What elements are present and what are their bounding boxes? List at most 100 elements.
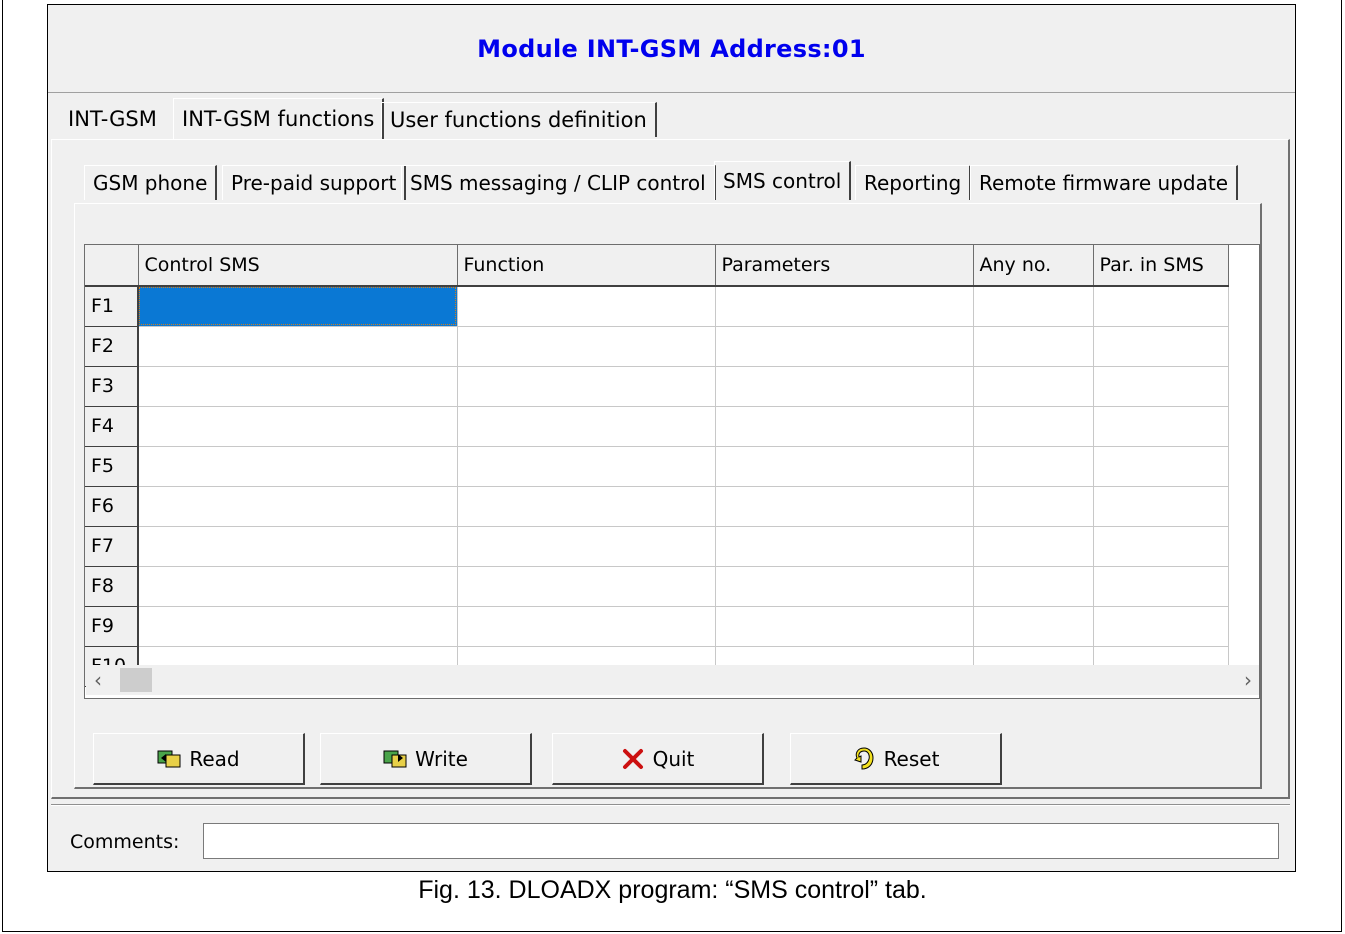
column-header-parameters[interactable]: Parameters: [715, 245, 974, 287]
grid-cell[interactable]: [715, 606, 974, 647]
grid-cell[interactable]: [973, 606, 1094, 647]
grid-cell[interactable]: [138, 326, 458, 367]
tab-remote-firmware-update[interactable]: Remote firmware update: [970, 165, 1239, 200]
grid-cell[interactable]: [138, 406, 458, 447]
grid-cell[interactable]: [1093, 486, 1229, 527]
table-row[interactable]: F1: [85, 285, 1229, 327]
grid-cell-selected[interactable]: [138, 286, 458, 327]
table-row[interactable]: F5: [85, 445, 1229, 487]
column-header-function[interactable]: Function: [457, 245, 716, 287]
grid-cell[interactable]: [715, 446, 974, 487]
grid-table: Control SMS Function Parameters Any no. …: [85, 245, 1229, 687]
row-header[interactable]: F2: [85, 325, 139, 367]
row-header[interactable]: F4: [85, 405, 139, 447]
row-header[interactable]: F9: [85, 605, 139, 647]
grid-cell[interactable]: [715, 326, 974, 367]
quit-button[interactable]: Quit: [552, 733, 764, 785]
reset-icon: [852, 746, 876, 771]
grid-cell[interactable]: [457, 566, 716, 607]
read-button-label: Read: [189, 746, 240, 771]
grid-cell[interactable]: [1093, 366, 1229, 407]
grid-cell[interactable]: [1093, 326, 1229, 367]
tab-sms-control[interactable]: SMS control: [714, 161, 852, 200]
row-header[interactable]: F3: [85, 365, 139, 407]
scroll-right-icon[interactable]: ›: [1244, 668, 1252, 692]
grid-header-row: Control SMS Function Parameters Any no. …: [85, 245, 1229, 287]
grid-cell[interactable]: [1093, 446, 1229, 487]
column-header-par-in-sms[interactable]: Par. in SMS: [1093, 245, 1229, 287]
row-header[interactable]: F8: [85, 565, 139, 607]
grid-cell[interactable]: [973, 526, 1094, 567]
table-row[interactable]: F8: [85, 565, 1229, 607]
tab-int-gsm-functions[interactable]: INT-GSM functions: [173, 98, 385, 139]
horizontal-scroll-thumb[interactable]: [120, 668, 152, 692]
grid-cell[interactable]: [457, 286, 716, 327]
grid-cell[interactable]: [973, 366, 1094, 407]
grid-cell[interactable]: [457, 326, 716, 367]
row-header[interactable]: F5: [85, 445, 139, 487]
table-row[interactable]: F2: [85, 325, 1229, 367]
column-header-control-sms[interactable]: Control SMS: [138, 245, 458, 287]
grid-cell[interactable]: [715, 486, 974, 527]
grid-cell[interactable]: [1093, 286, 1229, 327]
grid-cell[interactable]: [973, 286, 1094, 327]
window-title: Module INT-GSM Address:01: [477, 34, 866, 63]
grid-cell[interactable]: [973, 486, 1094, 527]
grid-cell[interactable]: [457, 406, 716, 447]
table-row[interactable]: F6: [85, 485, 1229, 527]
grid-cell[interactable]: [1093, 526, 1229, 567]
tab-gsm-phone[interactable]: GSM phone: [84, 165, 218, 200]
grid-cell[interactable]: [457, 606, 716, 647]
tab-reporting[interactable]: Reporting: [855, 165, 972, 200]
table-row[interactable]: F9: [85, 605, 1229, 647]
reset-button-label: Reset: [883, 746, 940, 771]
column-header-any-no[interactable]: Any no.: [973, 245, 1094, 287]
grid-cell[interactable]: [138, 366, 458, 407]
row-header[interactable]: F7: [85, 525, 139, 567]
grid-cell[interactable]: [715, 566, 974, 607]
grid-cell[interactable]: [138, 606, 458, 647]
grid-cell[interactable]: [715, 526, 974, 567]
table-row[interactable]: F3: [85, 365, 1229, 407]
grid-cell[interactable]: [457, 526, 716, 567]
write-button[interactable]: Write: [320, 733, 532, 785]
grid-cell[interactable]: [1093, 406, 1229, 447]
red-x-icon: [621, 747, 645, 771]
table-row[interactable]: F4: [85, 405, 1229, 447]
grid-cell[interactable]: [973, 446, 1094, 487]
grid-cell[interactable]: [138, 486, 458, 527]
grid-cell[interactable]: [1093, 606, 1229, 647]
reset-button[interactable]: Reset: [790, 733, 1002, 785]
tab-pre-paid-support[interactable]: Pre-paid support: [222, 165, 407, 200]
write-button-label: Write: [415, 746, 468, 771]
grid-cell[interactable]: [1093, 566, 1229, 607]
grid-cell[interactable]: [973, 326, 1094, 367]
grid-cell[interactable]: [457, 486, 716, 527]
sms-control-grid[interactable]: Control SMS Function Parameters Any no. …: [84, 244, 1260, 699]
row-header[interactable]: F1: [85, 285, 139, 327]
scroll-left-icon[interactable]: ‹: [94, 668, 102, 692]
read-button[interactable]: Read: [93, 733, 305, 785]
grid-cell[interactable]: [715, 366, 974, 407]
grid-cell[interactable]: [457, 366, 716, 407]
row-header[interactable]: F6: [85, 485, 139, 527]
grid-cell[interactable]: [715, 406, 974, 447]
tab-int-gsm[interactable]: INT-GSM: [60, 102, 165, 136]
grid-cell[interactable]: [138, 566, 458, 607]
tab-user-functions-definition[interactable]: User functions definition: [381, 102, 657, 137]
comments-input[interactable]: [203, 823, 1279, 859]
grid-cell[interactable]: [457, 446, 716, 487]
quit-button-label: Quit: [652, 746, 695, 771]
grid-cell[interactable]: [973, 566, 1094, 607]
grid-cell[interactable]: [138, 446, 458, 487]
read-icon: [157, 747, 181, 771]
horizontal-scrollbar[interactable]: ‹ ›: [86, 665, 1259, 695]
grid-corner-cell: [85, 245, 139, 287]
grid-cell[interactable]: [715, 286, 974, 327]
grid-cell[interactable]: [973, 406, 1094, 447]
grid-cell[interactable]: [138, 526, 458, 567]
dloadx-window: Module INT-GSM Address:01 INT-GSM INT-GS…: [47, 4, 1296, 872]
table-row[interactable]: F7: [85, 525, 1229, 567]
tab-sms-messaging-clip-control[interactable]: SMS messaging / CLIP control: [401, 165, 716, 200]
title-bar: Module INT-GSM Address:01: [48, 5, 1295, 93]
